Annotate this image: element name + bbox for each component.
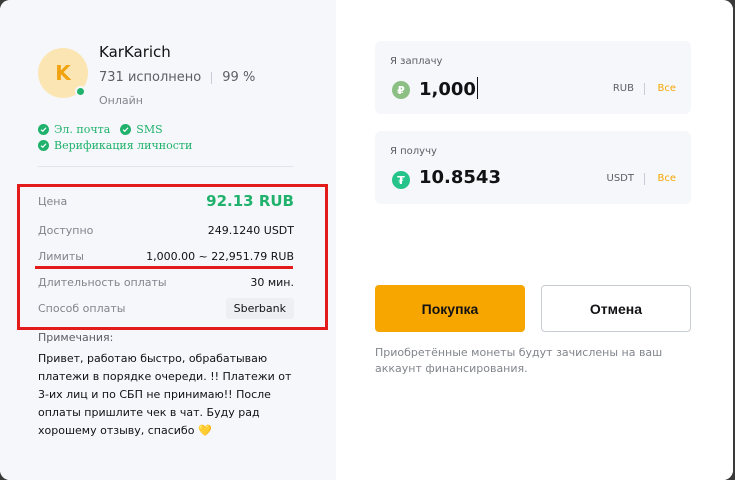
badge-label: Верификация личности bbox=[54, 138, 193, 152]
seller-name[interactable]: KarKarich bbox=[99, 43, 171, 61]
usdt-coin-icon: ₮ bbox=[392, 171, 410, 189]
pay-currency: RUB bbox=[612, 83, 634, 94]
check-icon bbox=[38, 139, 49, 151]
buy-button[interactable]: Покупка bbox=[375, 285, 525, 332]
receive-all-button[interactable]: Все bbox=[657, 173, 676, 184]
currency-divider bbox=[644, 83, 645, 95]
stats-divider bbox=[211, 71, 213, 84]
currency-divider bbox=[644, 173, 645, 185]
receive-field[interactable]: Я получу ₮ 10.8543 USDT Все bbox=[375, 131, 691, 204]
highlight-box bbox=[17, 184, 328, 330]
check-icon bbox=[38, 123, 49, 135]
orders-count: 731 исполнено bbox=[99, 70, 202, 85]
badge-identity: Верификация личности bbox=[38, 139, 192, 152]
notes-title: Примечания: bbox=[38, 331, 114, 344]
receive-amount-input[interactable]: 10.8543 bbox=[419, 167, 501, 188]
rub-coin-icon: ₽ bbox=[392, 81, 410, 99]
text-caret bbox=[476, 77, 478, 99]
p2p-order-dialog: K KarKarich 731 исполнено 99 % Онлайн Эл… bbox=[0, 0, 733, 480]
badge-label: SMS bbox=[136, 122, 163, 136]
pay-amount-input[interactable]: 1,000 bbox=[419, 77, 478, 100]
badge-email: Эл. почта bbox=[38, 123, 110, 136]
online-indicator bbox=[75, 86, 86, 97]
completion-rate: 99 % bbox=[222, 70, 256, 85]
badge-label: Эл. почта bbox=[54, 122, 111, 136]
divider bbox=[38, 166, 294, 167]
trade-panel: Я заплачу ₽ 1,000 RUB Все Я получу ₮ 10.… bbox=[336, 0, 733, 480]
pay-field[interactable]: Я заплачу ₽ 1,000 RUB Все bbox=[375, 41, 691, 114]
receive-currency: USDT bbox=[606, 173, 634, 184]
pay-all-button[interactable]: Все bbox=[657, 83, 676, 94]
seller-panel: K KarKarich 731 исполнено 99 % Онлайн Эл… bbox=[0, 0, 336, 480]
verification-badges: Эл. почта SMS Верификация личности bbox=[38, 121, 202, 153]
check-icon bbox=[120, 123, 132, 135]
receive-label: Я получу bbox=[390, 146, 437, 157]
footnote: Приобретённые монеты будут зачислены на … bbox=[375, 346, 663, 375]
pay-label: Я заплачу bbox=[390, 56, 443, 67]
notes-body: Привет, работаю быстро, обрабатываю плат… bbox=[38, 352, 292, 437]
notes-text: Привет, работаю быстро, обрабатываю плат… bbox=[38, 350, 300, 440]
avatar-letter: K bbox=[55, 61, 71, 85]
highlight-underline bbox=[35, 266, 293, 269]
seller-stats: 731 исполнено 99 % bbox=[99, 70, 255, 85]
badge-sms: SMS bbox=[120, 122, 163, 136]
cancel-button[interactable]: Отмена bbox=[541, 285, 691, 332]
pay-amount-value: 1,000 bbox=[419, 79, 476, 100]
heart-icon: 💛 bbox=[197, 424, 212, 437]
online-status: Онлайн bbox=[99, 94, 143, 107]
